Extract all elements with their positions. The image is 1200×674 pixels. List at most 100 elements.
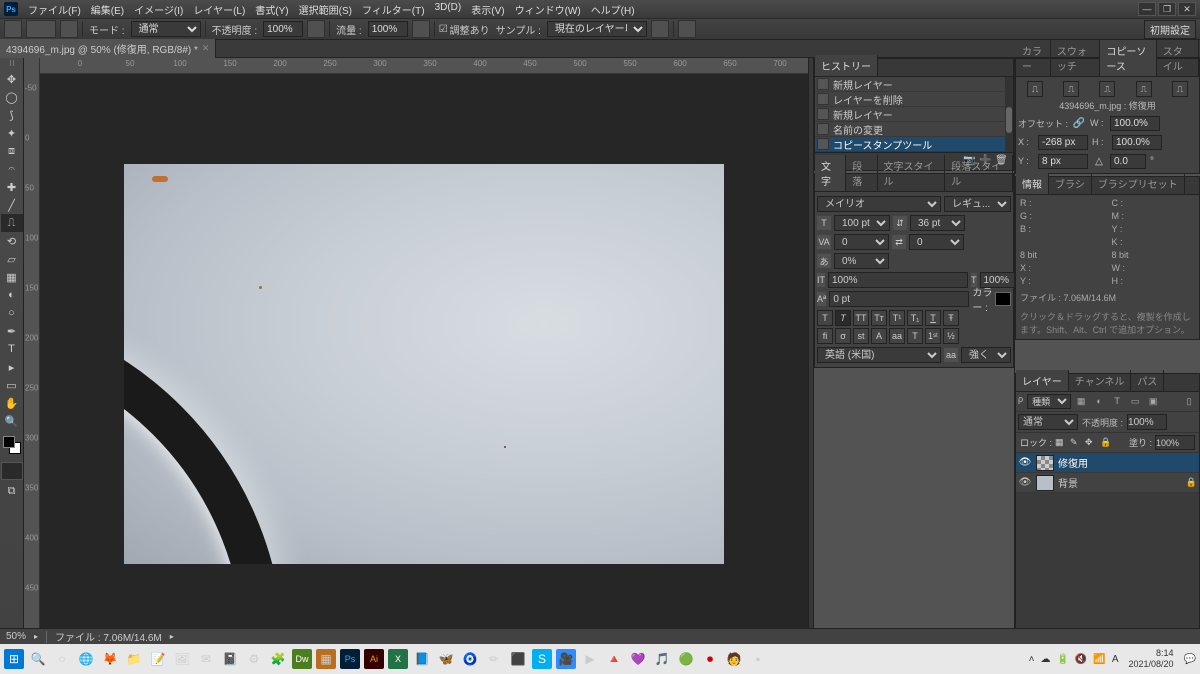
canvas[interactable] — [40, 74, 808, 654]
visibility-icon[interactable]: 👁 — [1018, 477, 1032, 488]
tsume-input[interactable]: 0% — [834, 253, 889, 269]
firefox-icon[interactable]: 🦊 — [100, 649, 120, 669]
sublime-icon[interactable]: ▦ — [316, 649, 336, 669]
settings-icon[interactable]: ⚙ — [244, 649, 264, 669]
opentype-o[interactable]: σ — [835, 328, 851, 344]
zoom-tool[interactable]: 🔍 — [1, 412, 23, 430]
hand-tool[interactable]: ✋ — [1, 394, 23, 412]
filter-shape-icon[interactable]: ▭ — [1127, 394, 1143, 408]
layer-opacity-input[interactable] — [1127, 414, 1167, 430]
clone-stamp-tool[interactable]: ⎍ — [1, 214, 23, 232]
menu-layer[interactable]: レイヤー(L) — [189, 1, 249, 18]
filter-type-icon[interactable]: T — [1109, 394, 1125, 408]
opentype-ad[interactable]: aa — [889, 328, 905, 344]
lock-pixel-icon[interactable]: ✎ — [1070, 437, 1082, 449]
tab-styles[interactable]: スタイル — [1157, 40, 1199, 76]
tab-paths[interactable]: パス — [1131, 370, 1164, 391]
aligned-check[interactable]: ☑ 調整あり — [439, 22, 490, 37]
brush-panel-icon[interactable] — [60, 20, 78, 38]
quickmask-toggle[interactable] — [1, 462, 23, 480]
search-icon[interactable]: 🔍 — [28, 649, 48, 669]
menu-file[interactable]: ファイル(F) — [24, 1, 85, 18]
opentype-half[interactable]: ½ — [943, 328, 959, 344]
toolbox-handle[interactable] — [0, 60, 23, 68]
menu-image[interactable]: イメージ(I) — [130, 1, 187, 18]
history-scroll[interactable] — [1005, 77, 1013, 152]
workspace-button[interactable]: 初期設定 — [1144, 20, 1196, 39]
tab-color[interactable]: カラー — [1016, 40, 1051, 76]
excel-icon[interactable]: X — [388, 649, 408, 669]
dreamweaver-icon[interactable]: Dw — [292, 649, 312, 669]
h-input[interactable] — [1112, 135, 1162, 150]
app-icon[interactable]: 🧑 — [724, 649, 744, 669]
opentype-fi[interactable]: fi — [817, 328, 833, 344]
tab-clonesource[interactable]: コピーソース — [1100, 40, 1156, 76]
start-button[interactable]: ⊞ — [4, 649, 24, 669]
gradient-tool[interactable]: ▦ — [1, 268, 23, 286]
music-icon[interactable]: 🎵 — [652, 649, 672, 669]
clone-src-3[interactable]: ⎍ — [1099, 81, 1115, 97]
media-icon[interactable]: ▶ — [580, 649, 600, 669]
leading-input[interactable]: 36 pt — [910, 215, 965, 231]
visibility-icon[interactable]: 👁 — [1018, 457, 1032, 468]
notepad-icon[interactable]: 📝 — [148, 649, 168, 669]
lock-pos-icon[interactable]: ✥ — [1085, 437, 1097, 449]
kerning-input[interactable]: 0 — [834, 234, 889, 250]
tab-channels[interactable]: チャンネル — [1069, 370, 1132, 391]
status-file[interactable]: ファイル : 7.06M/14.6M — [55, 629, 162, 644]
onedrive-icon[interactable]: ☁ — [1040, 654, 1050, 665]
filter-adj-icon[interactable]: ◐ — [1091, 394, 1107, 408]
clone-src-4[interactable]: ⎍ — [1136, 81, 1152, 97]
tab-character[interactable]: 文字 — [815, 155, 846, 191]
vlc-icon[interactable]: 🔺 — [604, 649, 624, 669]
font-select[interactable]: メイリオ — [817, 196, 941, 212]
photoshop-icon[interactable]: Ps — [340, 649, 360, 669]
tab-layers[interactable]: レイヤー — [1016, 370, 1069, 391]
explorer-icon[interactable]: 📁 — [124, 649, 144, 669]
layer-row[interactable]: 👁 修復用 — [1016, 453, 1199, 473]
baseline-input[interactable] — [829, 291, 969, 307]
eraser-tool[interactable]: ▱ — [1, 250, 23, 268]
close-tab-icon[interactable]: ✕ — [202, 43, 210, 54]
y-input[interactable] — [1038, 154, 1088, 169]
menu-window[interactable]: ウィンドウ(W) — [511, 1, 585, 18]
lang-select[interactable]: 英語 (米国) — [817, 347, 941, 363]
crop-tool[interactable]: ⧈ — [1, 142, 23, 160]
opentype-1st[interactable]: 1ˢᵗ — [925, 328, 941, 344]
history-brush-tool[interactable]: ⟲ — [1, 232, 23, 250]
tool-preset-icon[interactable] — [4, 20, 22, 38]
wifi-icon[interactable]: 📶 — [1093, 654, 1105, 665]
tab-swatch[interactable]: スウォッチ — [1051, 40, 1100, 76]
menu-view[interactable]: 表示(V) — [467, 1, 508, 18]
app-icon[interactable]: 📘 — [412, 649, 432, 669]
lock-trans-icon[interactable]: ▦ — [1055, 437, 1067, 449]
path-select-tool[interactable]: ▸ — [1, 358, 23, 376]
subscript[interactable]: T₁ — [907, 310, 923, 326]
wand-tool[interactable]: ✦ — [1, 124, 23, 142]
document-tab[interactable]: 4394696_m.jpg @ 50% (修復用, RGB/8#) * ✕ — [0, 39, 216, 58]
shape-tool[interactable]: ▭ — [1, 376, 23, 394]
pressure-size-icon[interactable] — [678, 20, 696, 38]
blur-tool[interactable]: ◐ — [1, 286, 23, 304]
clone-src-2[interactable]: ⎍ — [1063, 81, 1079, 97]
opacity-input[interactable] — [263, 21, 303, 37]
dodge-tool[interactable]: ○ — [1, 304, 23, 322]
tab-history[interactable]: ヒストリー — [815, 55, 878, 76]
superscript[interactable]: T¹ — [889, 310, 905, 326]
w-input[interactable] — [1110, 116, 1160, 131]
ignore-adj-icon[interactable] — [651, 20, 669, 38]
app-icon[interactable]: ✏ — [484, 649, 504, 669]
tab-para-style[interactable]: 段落スタイル — [945, 155, 1013, 191]
obs-icon[interactable]: ⬛ — [508, 649, 528, 669]
menu-filter[interactable]: フィルター(T) — [358, 1, 429, 18]
history-item[interactable]: レイヤーを削除 — [815, 92, 1005, 107]
pressure-opacity-icon[interactable] — [307, 20, 325, 38]
cortana-icon[interactable]: ○ — [52, 649, 72, 669]
fill-input[interactable] — [1155, 435, 1195, 450]
blend-select[interactable]: 通常 — [1018, 414, 1078, 430]
screenmode-toggle[interactable]: ⧉ — [1, 482, 23, 500]
airbrush-icon[interactable] — [412, 20, 430, 38]
underline[interactable]: T — [925, 310, 941, 326]
window-maximize[interactable]: ❐ — [1158, 2, 1176, 16]
vscale-input[interactable] — [828, 272, 968, 288]
